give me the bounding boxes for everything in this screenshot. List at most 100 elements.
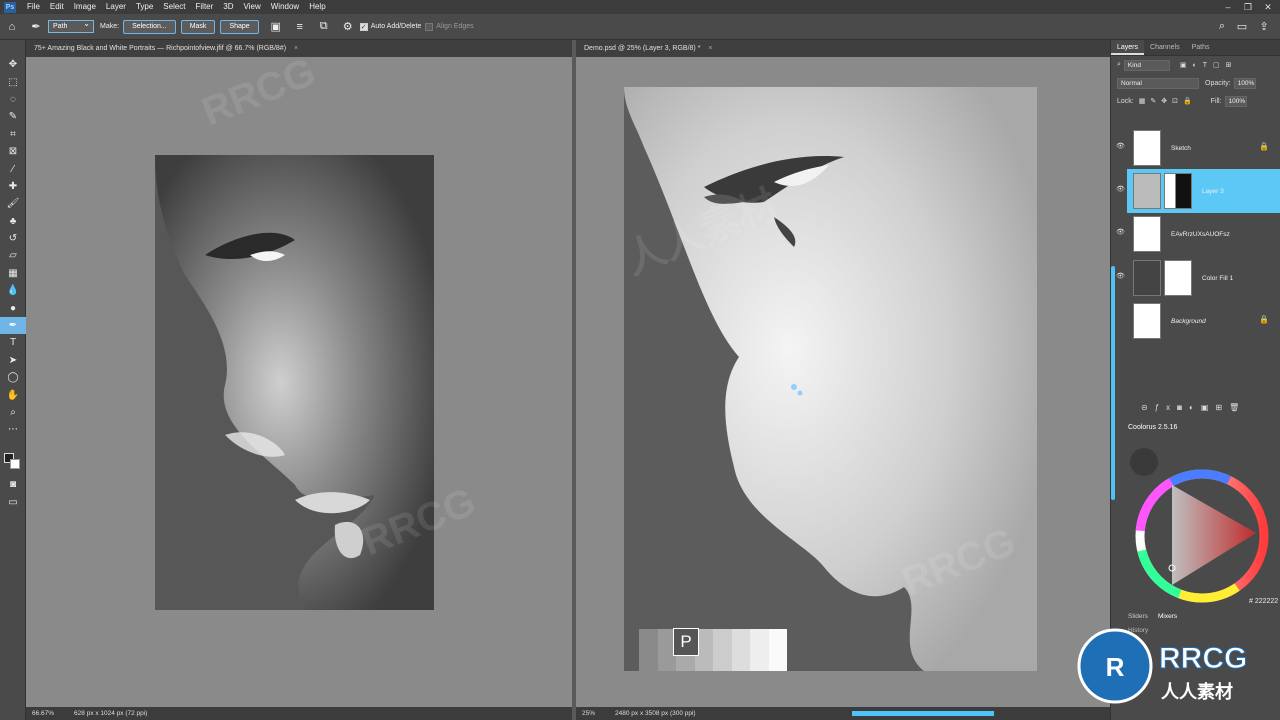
close-icon[interactable]: ✕: [1258, 0, 1278, 14]
doc-tab-left[interactable]: 75+ Amazing Black and White Portraits — …: [26, 40, 572, 57]
layer-row-background[interactable]: Background 🔒: [1127, 299, 1280, 343]
align-edges-checkbox[interactable]: [425, 22, 434, 31]
pen-tool-icon[interactable]: ✒: [0, 316, 26, 335]
clone-stamp-tool-icon[interactable]: ♣: [0, 213, 26, 230]
tab-layers[interactable]: Layers: [1111, 40, 1145, 55]
blend-mode-select[interactable]: Normal: [1117, 77, 1199, 89]
background-color-swatch[interactable]: [10, 459, 20, 469]
opacity-field[interactable]: 100%: [1233, 77, 1256, 89]
zoom-level-left[interactable]: 66.67%: [32, 707, 54, 720]
path-arrangement-icon[interactable]: ⧉: [316, 19, 332, 35]
tool-mode-select[interactable]: Path: [48, 18, 94, 33]
layer-row-color-fill[interactable]: 👁 Color Fill 1: [1116, 256, 1280, 300]
eye-icon[interactable]: 👁: [1116, 143, 1125, 151]
eye-icon[interactable]: 👁: [1116, 273, 1125, 281]
restore-icon[interactable]: ❐: [1238, 0, 1258, 14]
path-operations-icon[interactable]: ▣: [268, 19, 284, 35]
zoom-level-right[interactable]: 25%: [582, 707, 595, 720]
eyedropper-tool-icon[interactable]: ⁄: [0, 160, 26, 177]
menu-window[interactable]: Window: [266, 0, 304, 14]
lock-options-icons[interactable]: ▦✎✥⊡🔒: [1139, 97, 1197, 105]
gear-icon[interactable]: ⚙: [340, 19, 356, 35]
lock-icon: 🔒: [1259, 315, 1269, 324]
menu-layer[interactable]: Layer: [101, 0, 131, 14]
svg-text:R: R: [1106, 652, 1125, 682]
hex-color-value[interactable]: # 222222: [1249, 598, 1278, 605]
share-icon[interactable]: ⇪: [1256, 19, 1272, 35]
canvas-right[interactable]: P: [576, 57, 1110, 707]
more-tools-icon[interactable]: ⋯: [0, 421, 26, 438]
path-selection-tool-icon[interactable]: ➤: [0, 352, 26, 369]
filter-icons[interactable]: ▣◐T▢⊞: [1180, 61, 1238, 69]
type-tool-icon[interactable]: T: [0, 334, 26, 351]
search-icon[interactable]: ⌕: [1214, 19, 1230, 35]
screen-mode-icon[interactable]: ▭: [0, 494, 26, 511]
menu-select[interactable]: Select: [158, 0, 190, 14]
tab-mixers[interactable]: Mixers: [1158, 613, 1177, 620]
layer-name: Color Fill 1: [1202, 274, 1234, 282]
kind-filter-select[interactable]: Kind: [1123, 59, 1170, 71]
shape-button[interactable]: Shape: [220, 19, 259, 34]
eye-icon[interactable]: 👁: [1116, 186, 1125, 194]
crop-tool-icon[interactable]: ⌗: [0, 126, 26, 143]
menu-help[interactable]: Help: [304, 0, 330, 14]
close-tab-icon[interactable]: ×: [294, 45, 298, 52]
tab-sliders[interactable]: Sliders: [1128, 613, 1148, 620]
logo-subtext: 人人素材: [1161, 681, 1233, 703]
tab-channels[interactable]: Channels: [1144, 40, 1186, 55]
layer-thumbnail: [1133, 173, 1161, 209]
lasso-tool-icon[interactable]: ◌: [0, 91, 26, 108]
panel-scrollbar[interactable]: [1111, 266, 1115, 500]
menu-filter[interactable]: Filter: [191, 0, 219, 14]
history-brush-tool-icon[interactable]: ↺: [0, 230, 26, 247]
layer-actions-bar[interactable]: ⊝ƒx◙◐▣⊞🗑: [1141, 403, 1246, 412]
portrait-photo: [155, 155, 434, 610]
layer-name: Background: [1171, 317, 1206, 325]
home-icon[interactable]: ⌂: [4, 19, 20, 35]
quick-selection-tool-icon[interactable]: ✎: [0, 108, 26, 125]
auto-add-delete-label: Auto Add/Delete: [370, 23, 422, 30]
hand-tool-icon[interactable]: ✋: [0, 386, 26, 403]
marquee-tool-icon[interactable]: ⬚: [0, 73, 26, 90]
auto-add-delete-checkbox[interactable]: ✓: [359, 22, 368, 31]
doc-tab-left-title: 75+ Amazing Black and White Portraits — …: [34, 45, 287, 52]
layer-row-eavrrz[interactable]: 👁 EAvRrzUXsAUOFsz: [1116, 212, 1280, 256]
color-wheel[interactable]: [1124, 440, 1280, 612]
fill-label: Fill:: [1210, 97, 1222, 105]
healing-brush-tool-icon[interactable]: ✚: [0, 178, 26, 195]
lock-row: Lock: ▦✎✥⊡🔒 Fill: 100%: [1111, 92, 1280, 110]
menu-3d[interactable]: 3D: [218, 0, 238, 14]
eraser-tool-icon[interactable]: ▱: [0, 247, 26, 264]
layer-row-layer3[interactable]: 👁 Layer 3: [1116, 169, 1280, 213]
zoom-tool-icon[interactable]: ⌕: [0, 404, 26, 421]
layer-row-sketch[interactable]: 👁 Sketch 🔒: [1116, 126, 1280, 170]
workspace-icon[interactable]: ▭: [1234, 19, 1250, 35]
tab-paths[interactable]: Paths: [1186, 40, 1216, 55]
shape-tool-icon[interactable]: ◯: [0, 369, 26, 386]
gradient-tool-icon[interactable]: ▦: [0, 265, 26, 282]
path-alignment-icon[interactable]: ≡: [292, 19, 308, 35]
frame-tool-icon[interactable]: ⊠: [0, 143, 26, 160]
close-tab-icon[interactable]: ×: [708, 45, 712, 52]
brush-tool-icon[interactable]: 🖌: [0, 195, 26, 212]
fill-field[interactable]: 100%: [1224, 95, 1247, 107]
mask-button[interactable]: Mask: [180, 19, 216, 34]
dodge-tool-icon[interactable]: ●: [0, 299, 26, 316]
move-tool-icon[interactable]: ✥: [0, 56, 26, 73]
menu-image[interactable]: Image: [69, 0, 101, 14]
doc-tab-right-title: Demo.psd @ 25% (Layer 3, RGB/8) *: [584, 45, 701, 52]
minimize-icon[interactable]: –: [1218, 0, 1238, 14]
canvas-left[interactable]: [26, 57, 572, 707]
pen-tool-preset-icon[interactable]: ✒: [28, 19, 44, 35]
menu-view[interactable]: View: [239, 0, 266, 14]
menu-edit[interactable]: Edit: [45, 0, 69, 14]
eye-icon[interactable]: 👁: [1116, 229, 1125, 237]
menu-type[interactable]: Type: [131, 0, 158, 14]
coolorus-title: Coolorus 2.5.16: [1128, 424, 1178, 431]
blur-tool-icon[interactable]: 💧: [0, 282, 26, 299]
quick-mask-icon[interactable]: ◙: [0, 476, 26, 493]
layers-panel-tabs: Layers Channels Paths: [1111, 40, 1280, 56]
selection-button[interactable]: Selection...: [123, 19, 176, 34]
menu-file[interactable]: File: [22, 0, 45, 14]
doc-tab-right[interactable]: Demo.psd @ 25% (Layer 3, RGB/8) * ×: [576, 40, 1110, 57]
